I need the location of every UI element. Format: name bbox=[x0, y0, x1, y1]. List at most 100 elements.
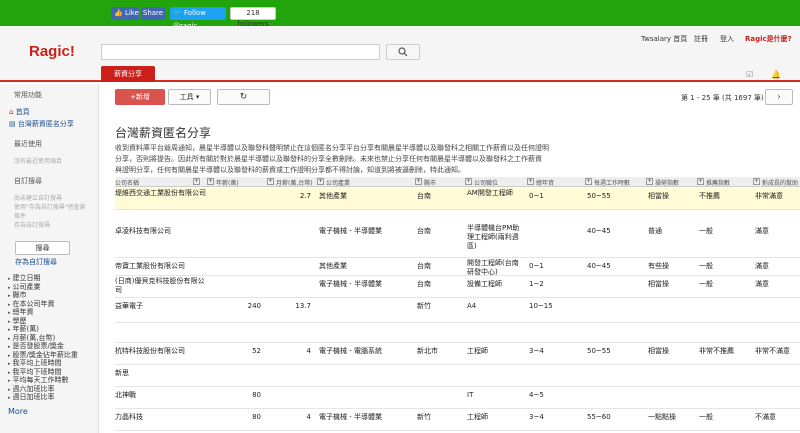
caret-down-icon: ▾ bbox=[195, 93, 200, 101]
table-cell-monthly: 13.7 bbox=[295, 302, 311, 310]
column-menu-icon[interactable]: ▾ bbox=[415, 178, 422, 185]
table-cell-years: 10~15 bbox=[529, 302, 553, 310]
saved-search-note: 條件 bbox=[14, 213, 27, 220]
table-cell-growth: 滿意 bbox=[755, 262, 769, 270]
table-row[interactable]: 卓凌科技有限公司 電子機械 - 半導體業 台南 半導體機台PM助理工程師(兩利週區) 4… bbox=[115, 223, 800, 258]
new-record-button[interactable]: +新增 bbox=[115, 89, 165, 105]
table-cell-company: (日商)優貝克科技股份有限公司 bbox=[115, 277, 205, 294]
column-header-label: 對成長的幫助 bbox=[762, 180, 799, 187]
table-row[interactable]: 益華電子 240 13.7 新竹 A4 10~15 bbox=[115, 298, 800, 323]
column-header[interactable]: ▾ 對成長的幫助 bbox=[753, 178, 798, 187]
sidebar-item-sheet[interactable]: ▤ 台灣薪資匿名分享 bbox=[9, 119, 74, 129]
table-cell-growth: 不滿意 bbox=[755, 413, 776, 421]
refresh-button[interactable]: ↻ bbox=[217, 89, 270, 105]
logo[interactable]: Ragic! bbox=[29, 43, 75, 60]
tab-salary-share[interactable]: 薪資分享 bbox=[101, 66, 155, 82]
column-header[interactable]: 公司名稱 ▾ bbox=[115, 178, 202, 187]
register-link[interactable]: 註冊 bbox=[694, 34, 708, 44]
table-cell-industry: 電子機械 - 半導體業 bbox=[319, 413, 382, 421]
table-cell-position: AM開發工程師 bbox=[467, 189, 513, 197]
table-cell-company: 帝寶工業股份有限公司 bbox=[115, 262, 185, 270]
column-header[interactable]: ▾ 操勞指數 bbox=[646, 178, 679, 187]
table-cell-stress: 有些操 bbox=[648, 262, 669, 270]
column-menu-icon[interactable]: ▾ bbox=[697, 178, 704, 185]
table-cell-industry: 電子機械 - 電腦系統 bbox=[319, 347, 382, 355]
table-cell-years: 1~2 bbox=[529, 280, 544, 288]
table-cell-annual: 80 bbox=[252, 391, 261, 399]
login-link[interactable]: 登入 bbox=[720, 34, 734, 44]
saved-search-note: 尚未建立自訂搜尋 bbox=[14, 195, 63, 202]
chevron-right-icon: › bbox=[777, 92, 781, 101]
table-cell-company: 益華電子 bbox=[115, 302, 143, 310]
table-row[interactable]: 新思 bbox=[115, 365, 800, 387]
column-menu-icon[interactable]: ▾ bbox=[753, 178, 760, 185]
column-header[interactable]: ▾ 每週工作時數 bbox=[585, 178, 630, 187]
table-header: 公司名稱 ▾ ▾ 年薪(萬) ▾ 月薪(萬,台幣) ▾ 公司產業 ▾ 縣市 ▾ 公司職位 ▾ 總年資 ▾ 每週… bbox=[115, 177, 800, 187]
table-cell-hours: 55~60 bbox=[587, 413, 611, 421]
search-button[interactable]: 搜尋 bbox=[15, 241, 70, 255]
column-header[interactable]: ▾ 公司職位 bbox=[465, 178, 498, 187]
column-menu-icon[interactable]: ▾ bbox=[646, 178, 653, 185]
column-header-label: 每週工作時數 bbox=[594, 180, 631, 187]
column-header[interactable]: ▾ 推薦指數 bbox=[697, 178, 730, 187]
table-row[interactable]: 帝寶工業股份有限公司 其他產業 台南 開發工程師(台南研發中心) 0~1 40~45 有些操… bbox=[115, 258, 800, 276]
field-label: 週日加班比率 bbox=[12, 393, 55, 401]
table-cell-city: 台南 bbox=[417, 192, 431, 200]
sidebar-filter-field[interactable]: ▸ 週日加班比率 bbox=[8, 392, 55, 402]
sidebar-item-home[interactable]: ⌂ 首頁 bbox=[9, 107, 30, 117]
column-header[interactable]: ▾ 縣市 bbox=[415, 178, 436, 187]
table-row[interactable]: 堤維西交通工業股份有限公司 2.7 其他產業 台南 AM開發工程師 0~1 50~55 相當操… bbox=[115, 188, 800, 210]
sidebar: 常用功能 ⌂ 首頁 ▤ 台灣薪資匿名分享 最近使用 沒有最近使用項目 自訂搜尋 … bbox=[0, 84, 99, 433]
table-cell-position: 工程師 bbox=[467, 347, 488, 355]
table-row[interactable] bbox=[115, 323, 800, 343]
column-header[interactable]: ▾ 公司產業 bbox=[317, 178, 350, 187]
home-link[interactable]: Twsalary 首頁 bbox=[641, 34, 687, 44]
table-row[interactable]: 杭特科技股份有限公司 52 4 電子機械 - 電腦系統 新北市 工程師 3~4 50~55 相當… bbox=[115, 343, 800, 365]
favorites-heading: 常用功能 bbox=[14, 91, 42, 99]
table-row[interactable]: 北神戰 80 IT 4~5 bbox=[115, 387, 800, 409]
column-menu-icon[interactable]: ▾ bbox=[193, 178, 201, 185]
table-cell-annual: 240 bbox=[247, 302, 261, 310]
table-row[interactable]: (日商)優貝克科技股份有限公司 電子機械 - 半導體業 台南 設備工程師 1~2 相當操 一… bbox=[115, 276, 800, 298]
save-search-link[interactable]: 存為自訂搜尋 bbox=[15, 257, 57, 267]
search-button[interactable] bbox=[386, 44, 420, 60]
facebook-share-button[interactable]: Share bbox=[141, 7, 165, 20]
facebook-like-button[interactable]: 👍 Like bbox=[111, 7, 139, 20]
column-menu-icon[interactable]: ▾ bbox=[527, 178, 534, 185]
like-label: Like bbox=[124, 9, 139, 17]
about-ragic-link[interactable]: Ragic是什麼? bbox=[745, 34, 792, 44]
column-header[interactable]: ▾ 總年資 bbox=[527, 178, 554, 187]
table-cell-years: 0~1 bbox=[529, 192, 544, 200]
column-menu-icon[interactable]: ▾ bbox=[585, 178, 592, 185]
column-header[interactable]: ▾ 月薪(萬,台幣) bbox=[267, 178, 313, 187]
table-cell-monthly: 4 bbox=[306, 413, 311, 421]
bell-icon[interactable]: 🔔 bbox=[771, 70, 781, 79]
table-cell-city: 台南 bbox=[417, 227, 431, 235]
description-line: 分享，否則將提告。因此所有關於對於晨星半導體以及聯發科的分享全數刪除。未來也禁止… bbox=[115, 155, 542, 163]
search-input[interactable] bbox=[101, 44, 380, 60]
social-bar: 👍 Like Share 🐦 Follow @ragic 218 followe… bbox=[0, 0, 800, 30]
column-menu-icon[interactable]: ▾ bbox=[465, 178, 472, 185]
table-cell-city: 新北市 bbox=[417, 347, 438, 355]
table-cell-hours: 40~45 bbox=[587, 227, 611, 235]
column-header-label: 縣市 bbox=[424, 180, 437, 187]
table-row[interactable]: 力晶科技 80 4 電子機械 - 半導體業 新竹 工程師 3~4 55~60 一點點操 一般 不滿意 bbox=[115, 409, 800, 431]
page-title: 台灣薪資匿名分享 bbox=[115, 126, 212, 140]
table-cell-company: 力晶科技 bbox=[115, 413, 143, 421]
more-link[interactable]: More bbox=[8, 407, 28, 416]
saved-search-note: 使用"存為自訂搜尋"把查詢 bbox=[14, 204, 86, 211]
column-menu-icon[interactable]: ▾ bbox=[317, 178, 324, 185]
column-header-label: 月薪(萬,台幣) bbox=[276, 180, 313, 187]
table-cell-stress: 普通 bbox=[648, 227, 662, 235]
checkbox-icon[interactable]: ☑ bbox=[746, 70, 753, 79]
table-cell-hours: 50~55 bbox=[587, 347, 611, 355]
twitter-follow-button[interactable]: 🐦 Follow @ragic bbox=[170, 7, 226, 30]
column-header-label: 年薪(萬) bbox=[216, 180, 239, 187]
column-menu-icon[interactable]: ▾ bbox=[267, 178, 274, 185]
table-cell-years: 3~4 bbox=[529, 413, 544, 421]
next-page-button[interactable]: › bbox=[765, 89, 793, 105]
column-menu-icon[interactable]: ▾ bbox=[207, 178, 214, 185]
column-header[interactable]: ▾ 年薪(萬) bbox=[207, 178, 239, 187]
table-cell-growth: 滿意 bbox=[755, 280, 769, 288]
tools-button[interactable]: 工具 ▾ bbox=[168, 89, 211, 105]
